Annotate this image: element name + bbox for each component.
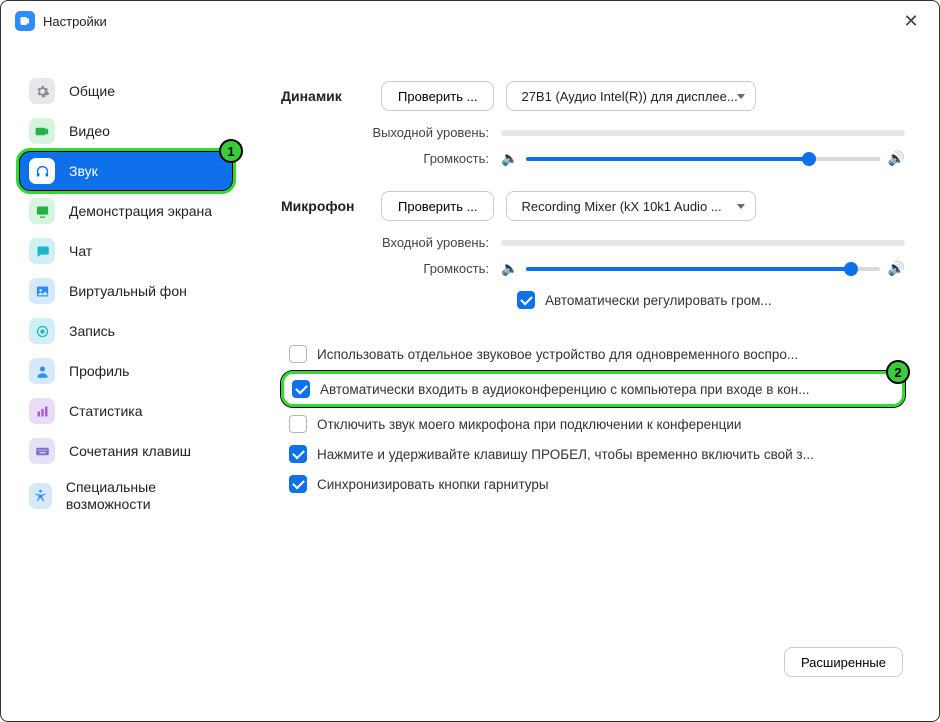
- sync-headset-option[interactable]: Синхронизировать кнопки гарнитуры: [281, 469, 905, 499]
- test-speaker-button[interactable]: Проверить ...: [381, 81, 494, 111]
- annotation-badge-1: 1: [219, 139, 243, 163]
- speaker-output-level-row: Выходной уровень:: [281, 125, 905, 140]
- gear-icon: [29, 78, 55, 104]
- push-to-talk-option[interactable]: Нажмите и удерживайте клавишу ПРОБЕЛ, чт…: [281, 439, 905, 469]
- speaker-high-icon: 🔊: [888, 150, 905, 167]
- speaker-volume-row: Громкость: 🔈 🔊: [281, 150, 905, 167]
- sidebar-item-label: Виртуальный фон: [69, 283, 187, 299]
- share-screen-icon: [29, 198, 55, 224]
- mic-device-select[interactable]: Recording Mixer (kX 10k1 Audio ...: [506, 191, 756, 221]
- auto-adjust-volume-option[interactable]: Автоматически регулировать гром...: [509, 285, 905, 315]
- checkbox[interactable]: [289, 475, 307, 493]
- settings-window: Настройки ✕ Общие Видео 1 Звук Демонстра…: [0, 0, 940, 722]
- sidebar-item-shortcuts[interactable]: Сочетания клавиш: [19, 431, 233, 471]
- video-icon: [29, 118, 55, 144]
- sidebar-item-video[interactable]: Видео: [19, 111, 233, 151]
- option-label: Использовать отдельное звуковое устройст…: [317, 347, 798, 362]
- speaker-volume-slider[interactable]: 🔈 🔊: [501, 150, 905, 167]
- sidebar-item-label: Сочетания клавиш: [69, 443, 191, 459]
- advanced-button[interactable]: Расширенные: [784, 647, 903, 677]
- image-icon: [29, 278, 55, 304]
- speaker-low-icon: 🔈: [501, 260, 518, 277]
- checkbox[interactable]: [289, 345, 307, 363]
- speaker-heading: Динамик: [281, 88, 381, 104]
- sidebar-item-general[interactable]: Общие: [19, 71, 233, 111]
- keyboard-icon: [29, 438, 55, 464]
- output-level-meter: [501, 130, 905, 136]
- user-icon: [29, 358, 55, 384]
- stats-icon: [29, 398, 55, 424]
- option-label: Автоматически входить в аудиоконференцию…: [320, 382, 810, 397]
- audio-options: Использовать отдельное звуковое устройст…: [281, 339, 905, 499]
- input-level-label: Входной уровень:: [281, 235, 501, 250]
- camera-icon: [19, 15, 31, 27]
- checkbox[interactable]: [289, 415, 307, 433]
- sidebar-item-recording[interactable]: Запись: [19, 311, 233, 351]
- sidebar-item-share[interactable]: Демонстрация экрана: [19, 191, 233, 231]
- accessibility-icon: [29, 483, 52, 509]
- sidebar-item-label: Статистика: [69, 403, 143, 419]
- window-body: Общие Видео 1 Звук Демонстрация экрана Ч…: [1, 41, 939, 721]
- sidebar-item-label: Чат: [69, 243, 92, 259]
- sidebar: Общие Видео 1 Звук Демонстрация экрана Ч…: [1, 41, 251, 721]
- mic-device-value: Recording Mixer (kX 10k1 Audio ...: [521, 199, 721, 214]
- checkbox[interactable]: [289, 445, 307, 463]
- speaker-low-icon: 🔈: [501, 150, 518, 167]
- option-label: Синхронизировать кнопки гарнитуры: [317, 477, 549, 492]
- speaker-high-icon: 🔊: [888, 260, 905, 277]
- sidebar-item-label: Профиль: [69, 363, 129, 379]
- mic-row: Микрофон Проверить ... Recording Mixer (…: [281, 191, 905, 221]
- speaker-device-select[interactable]: 27B1 (Аудио Intel(R)) для дисплее...: [506, 81, 756, 111]
- sidebar-item-virtual-bg[interactable]: Виртуальный фон: [19, 271, 233, 311]
- mic-heading: Микрофон: [281, 198, 381, 214]
- sidebar-item-label: Запись: [69, 323, 115, 339]
- speaker-device-value: 27B1 (Аудио Intel(R)) для дисплее...: [521, 89, 737, 104]
- mic-volume-label: Громкость:: [281, 261, 501, 276]
- sidebar-item-label: Звук: [69, 163, 98, 179]
- input-level-meter: [501, 240, 905, 246]
- mic-input-level-row: Входной уровень:: [281, 235, 905, 250]
- audio-settings-panel: Динамик Проверить ... 27B1 (Аудио Intel(…: [251, 41, 939, 721]
- sidebar-item-stats[interactable]: Статистика: [19, 391, 233, 431]
- checkbox[interactable]: [517, 291, 535, 309]
- separate-device-option[interactable]: Использовать отдельное звуковое устройст…: [281, 339, 905, 369]
- sidebar-item-profile[interactable]: Профиль: [19, 351, 233, 391]
- test-mic-button[interactable]: Проверить ...: [381, 191, 494, 221]
- sidebar-item-label: Демонстрация экрана: [69, 203, 212, 219]
- app-icon: [15, 11, 35, 31]
- sidebar-item-label: Специальные возможности: [66, 479, 223, 513]
- sidebar-item-label: Видео: [69, 123, 110, 139]
- slider-track[interactable]: [526, 157, 879, 161]
- auto-join-audio-option[interactable]: 2 Автоматически входить в аудиоконференц…: [281, 371, 905, 407]
- checkbox[interactable]: [292, 380, 310, 398]
- window-title: Настройки: [43, 14, 107, 29]
- mic-volume-row: Громкость: 🔈 🔊: [281, 260, 905, 277]
- headphones-icon: [29, 158, 55, 184]
- slider-track[interactable]: [526, 267, 879, 271]
- sidebar-item-accessibility[interactable]: Специальные возможности: [19, 471, 233, 521]
- speaker-row: Динамик Проверить ... 27B1 (Аудио Intel(…: [281, 81, 905, 111]
- sidebar-item-audio[interactable]: 1 Звук: [19, 151, 233, 191]
- sidebar-item-label: Общие: [69, 83, 115, 99]
- option-label: Автоматически регулировать гром...: [545, 293, 772, 308]
- option-label: Отключить звук моего микрофона при подкл…: [317, 417, 741, 432]
- mic-volume-slider[interactable]: 🔈 🔊: [501, 260, 905, 277]
- annotation-badge-2: 2: [886, 360, 910, 384]
- record-icon: [29, 318, 55, 344]
- close-button[interactable]: ✕: [897, 7, 925, 35]
- mute-on-join-option[interactable]: Отключить звук моего микрофона при подкл…: [281, 409, 905, 439]
- titlebar: Настройки ✕: [1, 1, 939, 41]
- option-label: Нажмите и удерживайте клавишу ПРОБЕЛ, чт…: [317, 447, 814, 462]
- chat-icon: [29, 238, 55, 264]
- output-level-label: Выходной уровень:: [281, 125, 501, 140]
- speaker-volume-label: Громкость:: [281, 151, 501, 166]
- sidebar-item-chat[interactable]: Чат: [19, 231, 233, 271]
